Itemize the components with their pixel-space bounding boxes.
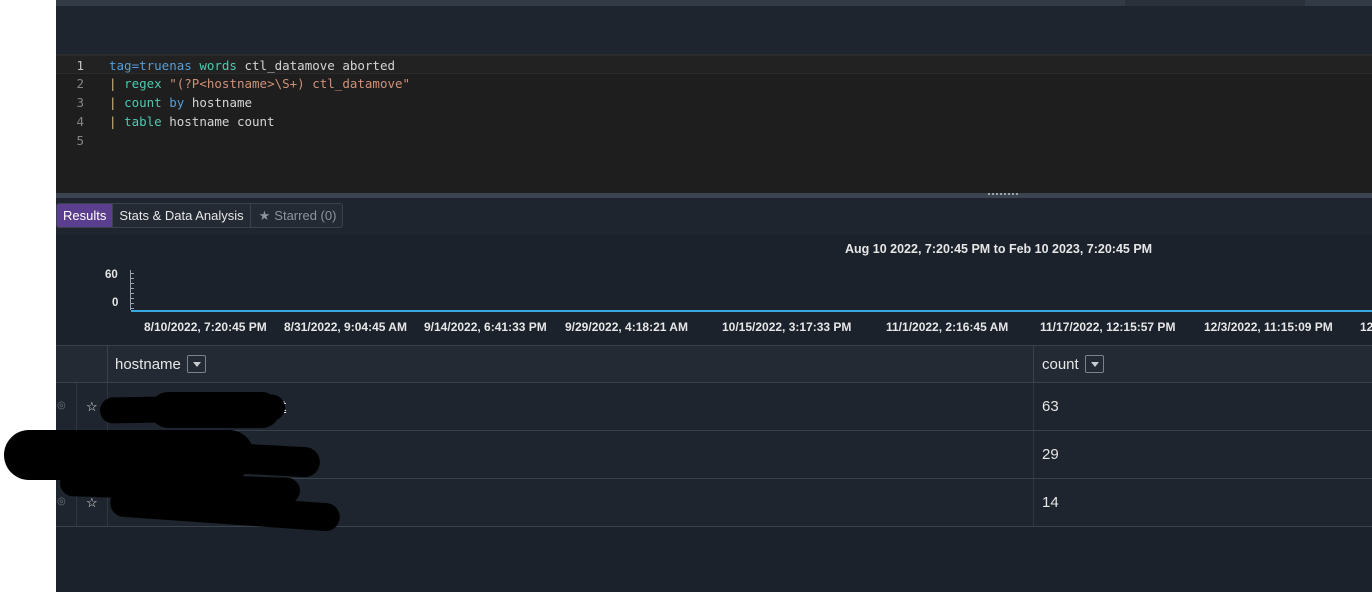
column-menu-dropdown-icon[interactable] xyxy=(186,355,206,374)
editor-line[interactable]: 2 | regex "(?P<hostname>\S+) ctl_datamove… xyxy=(56,74,1372,93)
hide-row-icon[interactable]: ◎ xyxy=(57,496,66,507)
code-token: by xyxy=(169,95,185,110)
code-token: words xyxy=(199,58,237,73)
y-minor-tick xyxy=(130,288,134,289)
y-tick-label: 60 xyxy=(105,269,118,281)
tab-results[interactable]: Results xyxy=(57,204,114,227)
redaction-mark xyxy=(150,392,280,428)
tab-starred[interactable]: ★ Starred (0) xyxy=(250,204,343,227)
results-tab-bar: Results Stats & Data Analysis ★ Starred (… xyxy=(56,198,1372,235)
y-minor-tick xyxy=(130,293,134,294)
y-axis xyxy=(130,270,131,310)
hide-row-icon[interactable]: ◎ xyxy=(57,400,66,411)
query-header-band xyxy=(56,6,1372,54)
y-minor-tick xyxy=(130,303,134,304)
cell-separator xyxy=(1033,383,1034,430)
series-line xyxy=(131,310,1372,312)
count-cell: 29 xyxy=(1042,446,1059,463)
code-text[interactable]: tag=truenas words ctl_datamove aborted xyxy=(109,56,395,75)
x-tick-label: 8/10/2022, 7:20:45 PM xyxy=(144,320,267,334)
count-cell: 63 xyxy=(1042,398,1059,415)
column-header-hostname[interactable]: hostname xyxy=(115,346,206,383)
star-row-icon[interactable]: ☆ xyxy=(86,495,98,511)
y-minor-tick xyxy=(130,273,134,274)
chart-time-range: Aug 10 2022, 7:20:45 PM to Feb 10 2023, … xyxy=(845,242,1153,256)
column-header-label: hostname xyxy=(115,356,181,373)
x-tick-label: 12 xyxy=(1360,320,1372,334)
editor-line[interactable]: 4 | table hostname count xyxy=(56,112,1372,131)
column-header-label: count xyxy=(1042,356,1079,373)
code-token: | xyxy=(109,76,125,91)
line-number: 1 xyxy=(76,58,84,73)
code-token: regex xyxy=(124,76,162,91)
x-tick-label: 8/31/2022, 9:04:45 AM xyxy=(284,320,407,334)
star-row-icon[interactable]: ☆ xyxy=(86,399,98,415)
x-tick-label: 11/1/2022, 2:16:45 AM xyxy=(886,320,1009,334)
y-minor-tick xyxy=(130,278,134,279)
editor-line[interactable]: 5 xyxy=(56,131,1372,150)
x-tick-label: 11/17/2022, 12:15:57 PM xyxy=(1040,320,1176,334)
y-tick-label: 0 xyxy=(112,297,119,309)
count-cell: 14 xyxy=(1042,494,1059,511)
splitter-grip-icon[interactable] xyxy=(988,193,1018,196)
editor-line[interactable]: 1 tag=truenas words ctl_datamove aborted xyxy=(56,55,1372,74)
cell-separator xyxy=(1033,479,1034,526)
x-tick-label: 12/3/2022, 11:15:09 PM xyxy=(1204,320,1333,334)
code-token: ctl_datamove aborted xyxy=(236,58,396,73)
line-number: 4 xyxy=(76,114,84,129)
cell-separator xyxy=(76,383,77,430)
editor-line[interactable]: 3 | count by hostname xyxy=(56,93,1372,112)
line-number: 2 xyxy=(76,76,84,91)
code-token: "(?P<hostname>\S+) ctl_datamove" xyxy=(169,76,411,91)
code-text[interactable]: | regex "(?P<hostname>\S+) ctl_datamove" xyxy=(109,74,410,93)
table-header: hostname count xyxy=(56,345,1372,383)
code-token: hostname count xyxy=(161,114,275,129)
line-number: 5 xyxy=(76,133,84,148)
code-token: | xyxy=(109,95,125,110)
y-minor-tick xyxy=(130,283,134,284)
y-minor-tick xyxy=(130,308,134,309)
code-token: hostname xyxy=(184,95,253,110)
code-text[interactable]: | table hostname count xyxy=(109,112,275,131)
column-menu-dropdown-icon[interactable] xyxy=(1084,355,1104,374)
timeline-chart: Aug 10 2022, 7:20:45 PM to Feb 10 2023, … xyxy=(56,235,1372,345)
code-text[interactable]: | count by hostname xyxy=(109,93,252,112)
line-number: 3 xyxy=(76,95,84,110)
column-separator xyxy=(107,346,108,383)
cell-separator xyxy=(1033,431,1034,478)
code-token: tag=truenas xyxy=(109,58,192,73)
tab-stats-data-analysis[interactable]: Stats & Data Analysis xyxy=(113,204,251,227)
tab-starred-label: Starred (0) xyxy=(274,208,337,223)
x-tick-label: 9/14/2022, 6:41:33 PM xyxy=(424,320,547,334)
x-tick-label: 10/15/2022, 3:17:33 PM xyxy=(722,320,852,334)
column-header-count[interactable]: count xyxy=(1042,346,1104,383)
star-icon: ★ xyxy=(258,208,271,223)
x-tick-label: 9/29/2022, 4:18:21 AM xyxy=(565,320,688,334)
column-separator xyxy=(1033,346,1034,383)
code-token: | xyxy=(109,114,125,129)
y-minor-tick xyxy=(130,298,134,299)
code-token: table xyxy=(124,114,162,129)
code-token: count xyxy=(124,95,162,110)
query-editor[interactable]: 1 tag=truenas words ctl_datamove aborted 2… xyxy=(56,54,1372,193)
